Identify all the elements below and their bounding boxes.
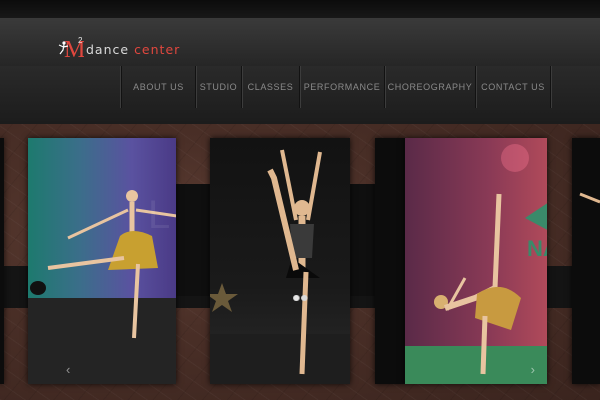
logo-superscript: 2 — [78, 36, 83, 45]
slide-edge — [0, 138, 4, 384]
dancer-photo: NA — [405, 144, 547, 384]
dancer-logo-icon: M 2 — [58, 36, 84, 60]
brand-name: dance center — [86, 43, 180, 60]
dancer-photo — [210, 149, 350, 384]
dancer-photo: L — [28, 190, 176, 384]
slider-dot[interactable] — [294, 295, 300, 301]
brand-name-part1: dance — [86, 42, 135, 57]
slide-edge — [572, 138, 600, 384]
chevron-left-icon[interactable]: ‹ — [66, 363, 70, 376]
main-nav: About Us Studio Classes Performance Chor… — [121, 66, 551, 108]
slide-gap — [375, 138, 405, 384]
main-navigation-bar: About Us Studio Classes Performance Chor… — [0, 66, 600, 124]
slider-connector — [176, 184, 210, 296]
site-header: M 2 dance center — [0, 18, 600, 67]
image-slider: L ‹ NA — [0, 124, 600, 400]
nav-choreography[interactable]: Choreography — [385, 66, 476, 108]
nav-about-us[interactable]: About Us — [122, 66, 196, 108]
nav-contact-us[interactable]: Contact Us — [476, 66, 551, 108]
chevron-right-icon[interactable]: › — [531, 363, 535, 376]
slide-photo-dancer-leg-hold: NA › — [405, 138, 547, 384]
slider-dot[interactable] — [302, 295, 308, 301]
nav-classes[interactable]: Classes — [242, 66, 300, 108]
slide-photo-dancer-arabesque: L ‹ — [28, 138, 176, 384]
nav-studio[interactable]: Studio — [196, 66, 242, 108]
dancer-photo-partial — [579, 192, 600, 204]
banner-text: NA — [527, 236, 547, 261]
site-logo[interactable]: M 2 dance center — [58, 34, 180, 60]
svg-text:L: L — [148, 193, 170, 237]
slide-photo-dancer-kick — [210, 138, 350, 384]
nav-performance[interactable]: Performance — [300, 66, 385, 108]
brand-name-part2: center — [134, 42, 181, 57]
top-strip — [0, 0, 600, 18]
slider-connector — [350, 184, 375, 296]
